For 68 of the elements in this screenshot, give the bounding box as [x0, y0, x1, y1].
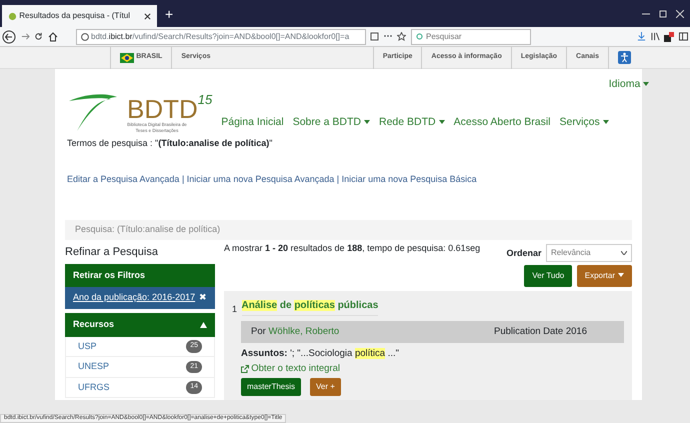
- author-label: Por: [251, 324, 266, 338]
- reader-icon[interactable]: [370, 32, 380, 41]
- nav-link[interactable]: Acesso Aberto Brasil: [454, 115, 550, 131]
- search-link[interactable]: Editar a Pesquisa Avançada: [67, 174, 180, 184]
- extension-icon[interactable]: [664, 32, 674, 42]
- logo-years: 15: [198, 90, 212, 108]
- highlighted-word: políticas: [294, 300, 335, 311]
- library-icon[interactable]: [650, 32, 660, 41]
- results-summary: A mostrar 1 - 20 resultados de 188, tempo de pesquisa: 0.61seg: [224, 242, 480, 255]
- breadcrumb: Pesquisa: (Título:analise de política): [65, 220, 632, 240]
- sort-label: Ordenar: [506, 246, 542, 260]
- result-number: 1: [232, 302, 238, 316]
- separator: |: [336, 174, 340, 184]
- browser-tab[interactable]: Resultados da pesquisa - (Títul: [2, 5, 157, 27]
- more-button[interactable]: ···: [384, 30, 393, 44]
- nav-link[interactable]: Rede BDTD: [379, 115, 445, 131]
- caret-icon: [364, 120, 370, 124]
- home-icon[interactable]: [48, 32, 58, 42]
- page-icon: [8, 12, 17, 20]
- remove-filter-button[interactable]: ✖: [199, 291, 207, 304]
- caret-icon: [602, 120, 609, 124]
- collapse-icon[interactable]: [200, 322, 207, 328]
- caret-icon: [438, 120, 445, 124]
- address-bar[interactable]: bdtd.ibict.br/vufind/Search/Results?join=AND&bool0[]=AND&lookfor0[]=a: [76, 28, 366, 44]
- search-field[interactable]: Pesquisar: [410, 28, 531, 44]
- new-tab-button[interactable]: +: [165, 4, 174, 23]
- caret-icon: [643, 82, 650, 86]
- language-menu[interactable]: Idioma: [608, 78, 650, 90]
- filter-link[interactable]: Ano da publicação: 2016-2017: [73, 291, 196, 304]
- word: ...": [388, 348, 399, 360]
- info-icon: [80, 32, 89, 40]
- forward-icon[interactable]: [20, 32, 30, 41]
- back-icon[interactable]: [2, 30, 16, 44]
- fulltext-link[interactable]: Obter o texto integral: [241, 362, 340, 376]
- download-icon[interactable]: [637, 32, 646, 41]
- sort-select[interactable]: Relevância: [546, 244, 632, 262]
- accessibility-icon[interactable]: [618, 51, 631, 64]
- reload-icon[interactable]: [34, 32, 44, 41]
- star-icon[interactable]: [397, 32, 406, 41]
- search-terms: Termos de pesquisa : "(Título:analise de política)": [67, 137, 274, 150]
- word: públicas: [338, 300, 378, 311]
- separator: |: [182, 174, 184, 184]
- logo-text: BDTD: [127, 96, 198, 122]
- subjects-label: Assuntos:: [241, 348, 288, 360]
- view-all-button[interactable]: Ver Tudo: [524, 264, 572, 286]
- publication-date: Publication Date 2016: [494, 324, 587, 338]
- external-link-icon: [241, 364, 249, 373]
- word: de: [280, 300, 292, 311]
- restore-icon[interactable]: [659, 10, 667, 18]
- nav-link[interactable]: Sobre a BDTD: [292, 115, 370, 131]
- remove-filters-button[interactable]: Retirar os Filtros: [65, 264, 215, 287]
- word: '; "...Sociologia: [290, 348, 352, 360]
- search-link[interactable]: Iniciar uma nova Pesquisa Básica: [342, 174, 477, 184]
- export-button[interactable]: Exportar: [576, 264, 632, 286]
- sidebar-title: Refinar a Pesquisa: [65, 245, 159, 260]
- more-button[interactable]: Ver +: [310, 378, 341, 396]
- type-badge: masterThesis: [241, 378, 302, 396]
- flag-icon: [120, 52, 134, 62]
- nav-link[interactable]: Página Inicial: [221, 115, 284, 131]
- caret-icon: [621, 251, 627, 256]
- close-icon[interactable]: [144, 12, 151, 20]
- search-link[interactable]: Iniciar uma nova Pesquisa Avançada: [186, 174, 334, 184]
- facet-header[interactable]: Recursos: [65, 313, 215, 336]
- highlighted-word: política: [354, 348, 386, 360]
- nav-link[interactable]: Serviços: [560, 115, 609, 131]
- sidebar-icon[interactable]: [678, 32, 688, 41]
- caret-icon: [618, 273, 624, 278]
- search-icon: [416, 32, 424, 40]
